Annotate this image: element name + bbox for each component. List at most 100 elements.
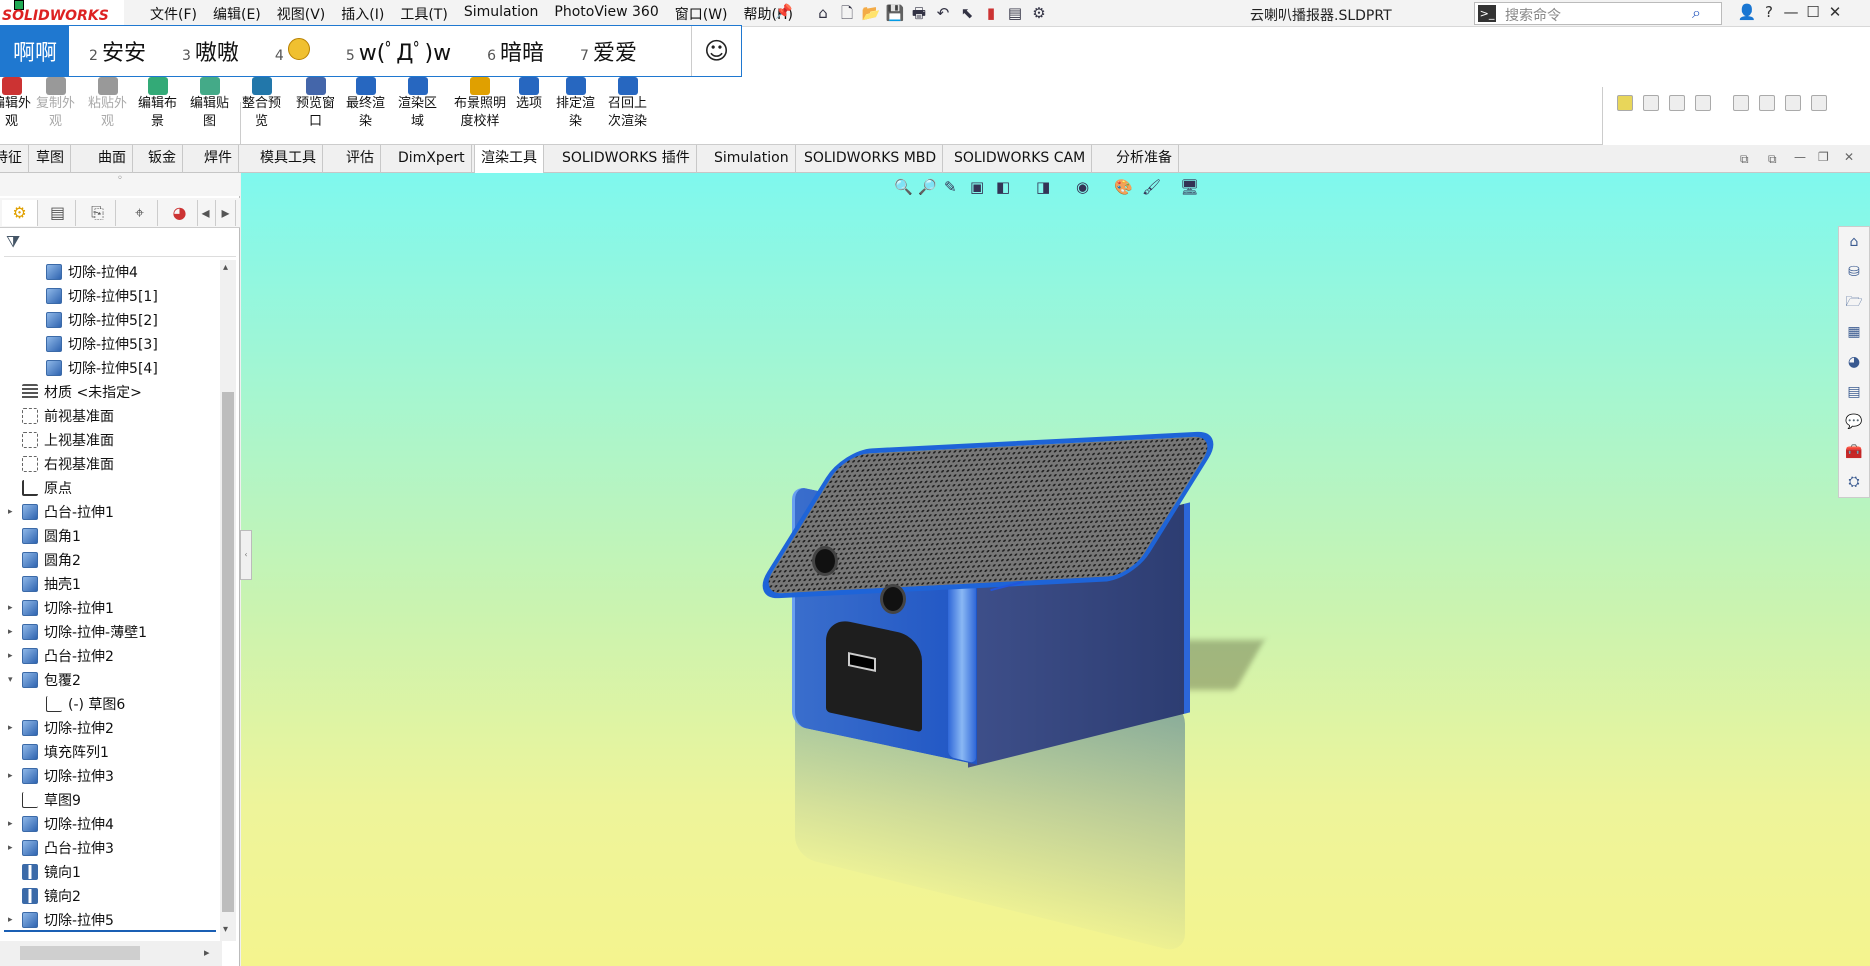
- tree-item[interactable]: ▸ 凸台-拉伸3: [8, 836, 114, 860]
- tree-item[interactable]: ▸ 切除-拉伸1: [8, 596, 114, 620]
- ribbon-button-0[interactable]: 编辑外观: [0, 77, 31, 131]
- tree-item[interactable]: 切除-拉伸5[4]: [32, 356, 158, 380]
- featuremanager-tab-icon[interactable]: ⚙: [2, 200, 38, 226]
- rebuild-icon[interactable]: ▮: [980, 3, 1002, 23]
- magnify-icon[interactable]: [1617, 95, 1633, 111]
- previous-view-icon[interactable]: ✎: [944, 178, 957, 196]
- tree-item[interactable]: 前视基准面: [8, 404, 114, 428]
- tree-item[interactable]: ▸ 切除-拉伸4: [8, 812, 114, 836]
- ribbon-button-12[interactable]: 召回上 次渲染: [608, 77, 647, 131]
- expand-arrow-icon[interactable]: ▸: [8, 627, 18, 637]
- display-style-icon[interactable]: ◉: [1076, 178, 1089, 196]
- tab-10[interactable]: Simulation: [708, 145, 796, 173]
- expand-arrow-icon[interactable]: ▸: [8, 723, 18, 733]
- tree-item[interactable]: ▸ 切除-拉伸-薄壁1: [8, 620, 147, 644]
- app-logo[interactable]: SOLIDWORKS: [0, 0, 124, 27]
- ime-candidate-selected[interactable]: 啊啊: [1, 26, 70, 76]
- search-input[interactable]: 搜索命令: [1505, 5, 1561, 25]
- close-button[interactable]: ✕: [1824, 3, 1846, 21]
- tab-1[interactable]: 草图: [30, 145, 71, 173]
- menu-item-3[interactable]: 插入(I): [341, 4, 384, 24]
- expand-arrow-icon[interactable]: ▸: [8, 771, 18, 781]
- tree-item[interactable]: 切除-拉伸5[3]: [32, 332, 158, 356]
- scroll-up-icon[interactable]: ▴: [223, 262, 228, 273]
- ribbon-button-7[interactable]: 最终渲染: [346, 77, 385, 131]
- expand-arrow-icon[interactable]: ▸: [8, 603, 18, 613]
- model-hole-right[interactable]: [880, 584, 906, 614]
- tree-item[interactable]: 抽壳1: [8, 572, 81, 596]
- search-commands-box[interactable]: >_ 搜索命令 ⌕: [1474, 2, 1722, 25]
- menu-item-1[interactable]: 编辑(E): [213, 4, 261, 24]
- doc-minimize-button[interactable]: —: [1794, 150, 1806, 164]
- help-icon[interactable]: ?: [1758, 3, 1780, 21]
- file-explorer-icon[interactable]: 🗁: [1839, 287, 1869, 317]
- solidworks-resources-icon[interactable]: ⌂: [1839, 227, 1869, 257]
- tree-item[interactable]: 切除-拉伸5[1]: [32, 284, 158, 308]
- expand-arrow-icon[interactable]: ▸: [8, 819, 18, 829]
- tab-5[interactable]: 模具工具: [254, 145, 323, 173]
- expand-arrow-icon[interactable]: ▸: [8, 915, 18, 925]
- tree-item[interactable]: 圆角2: [8, 548, 81, 572]
- tab-3[interactable]: 钣金: [142, 145, 183, 173]
- ribbon-button-4[interactable]: 编辑贴图: [190, 77, 229, 131]
- menu-item-5[interactable]: Simulation: [464, 4, 539, 24]
- tab-6[interactable]: 评估: [340, 145, 381, 173]
- stack-icon[interactable]: [1695, 95, 1711, 111]
- new-file-icon[interactable]: 🗋: [836, 3, 858, 23]
- panel-icon[interactable]: [1811, 95, 1827, 111]
- dynamic-annotation-icon[interactable]: ◧: [996, 178, 1010, 196]
- ime-candidate-3[interactable]: 3 嗷嗷: [162, 35, 255, 67]
- tree-item[interactable]: (-) 草图6: [32, 692, 125, 716]
- tab-scroll-left-icon[interactable]: ◂: [196, 200, 216, 226]
- file-properties-icon[interactable]: ▤: [1004, 3, 1026, 23]
- tree-item[interactable]: 镜向2: [8, 884, 81, 908]
- ime-candidate-6[interactable]: 6 暗暗: [467, 35, 560, 67]
- tree-item[interactable]: 上视基准面: [8, 428, 114, 452]
- select-arrow-icon[interactable]: ⬉: [956, 3, 978, 23]
- ribbon-button-8[interactable]: 渲染区域: [398, 77, 437, 131]
- expand-arrow-icon[interactable]: ▸: [8, 651, 18, 661]
- tab-2[interactable]: 曲面: [92, 145, 133, 173]
- menu-item-2[interactable]: 视图(V): [277, 4, 326, 24]
- ribbon-button-9[interactable]: 布景照明 度校样: [454, 77, 506, 131]
- scroll-down-icon[interactable]: ▾: [223, 924, 228, 935]
- ribbon-button-5[interactable]: 整合预览: [242, 77, 281, 131]
- tree-item[interactable]: 原点: [8, 476, 72, 500]
- ribbon-button-1[interactable]: 复制外观: [36, 77, 75, 131]
- custom-properties-icon[interactable]: ▤: [1839, 377, 1869, 407]
- display-manager-tab-icon[interactable]: ◕: [162, 200, 198, 226]
- horizontal-scroll-thumb[interactable]: [20, 946, 140, 960]
- tree-item[interactable]: 镜向1: [8, 860, 81, 884]
- ime-candidate-4[interactable]: 4: [255, 38, 326, 64]
- hide-show-items-icon[interactable]: 🎨: [1114, 178, 1133, 196]
- zoom-area-icon[interactable]: 🔎: [918, 178, 937, 196]
- user-icon[interactable]: 👤: [1736, 3, 1758, 21]
- menu-item-4[interactable]: 工具(T): [400, 4, 447, 24]
- view-orientation-icon[interactable]: ◨: [1036, 178, 1050, 196]
- group-icon[interactable]: [1759, 95, 1775, 111]
- tree-item[interactable]: 右视基准面: [8, 452, 114, 476]
- save-icon[interactable]: 💾: [884, 3, 906, 23]
- dimxpert-tab-icon[interactable]: ⌖: [122, 200, 158, 226]
- layers-icon[interactable]: [1669, 95, 1685, 111]
- tab-12[interactable]: SOLIDWORKS CAM: [948, 145, 1093, 173]
- panel-splitter-handle[interactable]: ‹: [240, 530, 252, 580]
- expand-arrow-icon[interactable]: ▸: [8, 507, 18, 517]
- emoji-icon[interactable]: ☺: [691, 26, 741, 76]
- pin-icon[interactable]: 📌: [775, 4, 792, 20]
- undo-icon[interactable]: ↶: [932, 3, 954, 23]
- tree-item[interactable]: ▾ 包覆2: [8, 668, 81, 692]
- propertymanager-tab-icon[interactable]: ▤: [40, 200, 76, 226]
- expand-arrow-icon[interactable]: ▾: [8, 675, 18, 685]
- filter-icon[interactable]: ⧩: [6, 232, 20, 252]
- tree-item[interactable]: 切除-拉伸5[2]: [32, 308, 158, 332]
- model-hole-left[interactable]: [812, 546, 838, 576]
- maximize-button[interactable]: ☐: [1802, 3, 1824, 21]
- panel-grip[interactable]: ◦: [0, 173, 240, 196]
- edit-appearance-icon[interactable]: 🖌: [1142, 178, 1161, 196]
- image-icon[interactable]: [1733, 95, 1749, 111]
- panel-left-icon[interactable]: ⧉: [1740, 152, 1749, 167]
- doc-close-button[interactable]: ✕: [1844, 150, 1854, 164]
- ribbon-button-2[interactable]: 粘贴外观: [88, 77, 127, 131]
- ribbon-button-11[interactable]: 排定渲染: [556, 77, 595, 131]
